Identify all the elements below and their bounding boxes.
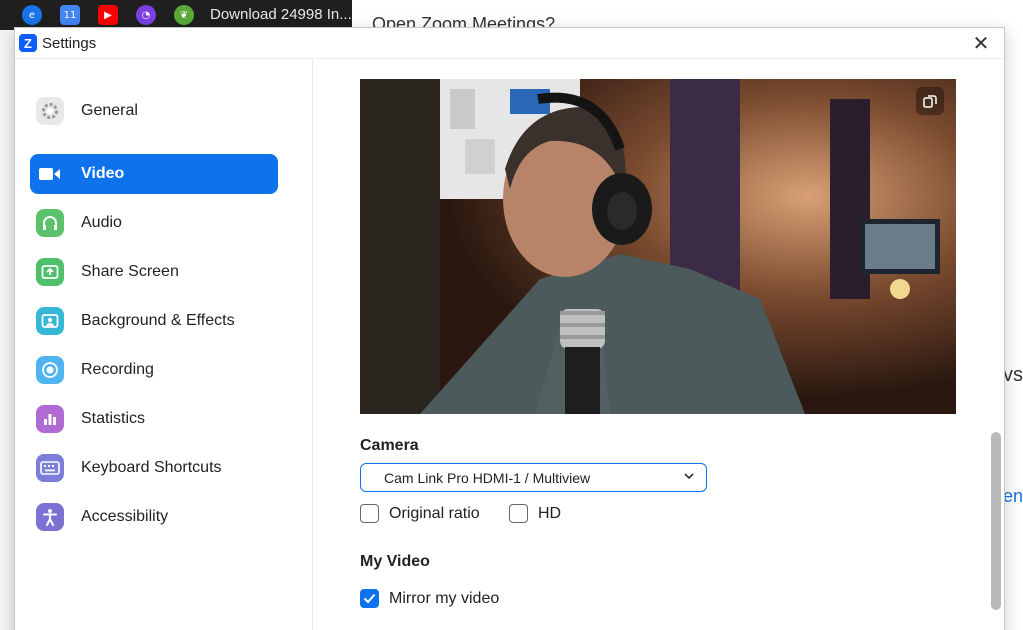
sidebar-item-keyboard-shortcuts[interactable]: Keyboard Shortcuts (30, 448, 278, 488)
window-title: Settings (42, 34, 97, 52)
sidebar-item-label: Video (81, 165, 125, 182)
sidebar-item-label: Audio (81, 214, 122, 231)
app-icon[interactable]: ◔ (136, 5, 156, 25)
camera-label: Camera (360, 437, 419, 454)
hd-checkbox[interactable] (509, 504, 528, 523)
accessibility-icon (36, 503, 64, 531)
hd-label: HD (538, 504, 562, 522)
sidebar-item-label: General (81, 102, 138, 119)
original-ratio-option[interactable]: Original ratio (360, 504, 480, 523)
camera-preview-image (360, 79, 956, 414)
sidebar-item-general[interactable]: General (30, 91, 278, 131)
statistics-icon (36, 405, 64, 433)
sidebar-item-video[interactable]: Video (30, 154, 278, 194)
background-browser-tabbar: e 11 ▶ ◔ ❦ Download 24998 In... (0, 0, 352, 30)
sidebar-item-background-effects[interactable]: Background & Effects (30, 301, 278, 341)
sidebar-item-audio[interactable]: Audio (30, 203, 278, 243)
calendar-icon[interactable]: 11 (60, 5, 80, 25)
gear-icon (36, 97, 64, 125)
background-left-edge (0, 30, 14, 630)
youtube-icon[interactable]: ▶ (98, 5, 118, 25)
background-tab-title[interactable]: Download 24998 In... (210, 6, 352, 23)
settings-window: Z Settings ✕ General Video Audio Share S… (14, 27, 1005, 630)
background-tab-icons: e 11 ▶ ◔ ❦ (22, 5, 194, 25)
leaf-icon[interactable]: ❦ (174, 5, 194, 25)
rotate-icon (923, 95, 937, 108)
sidebar-item-label: Background & Effects (81, 312, 235, 329)
original-ratio-checkbox[interactable] (360, 504, 379, 523)
mirror-video-label: Mirror my video (389, 589, 500, 607)
mirror-video-checkbox[interactable] (360, 589, 379, 608)
sidebar-item-label: Keyboard Shortcuts (81, 459, 222, 476)
hd-option[interactable]: HD (509, 504, 561, 523)
sidebar-item-label: Accessibility (81, 508, 169, 525)
background-icon (36, 307, 64, 335)
browser-icon[interactable]: e (22, 5, 42, 25)
camera-select[interactable]: Cam Link Pro HDMI-1 / Multiview (360, 463, 707, 492)
original-ratio-label: Original ratio (389, 504, 480, 522)
sidebar-item-label: Recording (81, 361, 154, 378)
close-button[interactable]: ✕ (970, 31, 992, 55)
chevron-down-icon (684, 473, 694, 480)
mirror-video-option[interactable]: Mirror my video (360, 589, 499, 608)
keyboard-icon (36, 454, 64, 482)
zoom-logo-icon: Z (19, 34, 37, 52)
sidebar-item-label: Statistics (81, 410, 146, 427)
video-settings-panel: Camera Cam Link Pro HDMI-1 / Multiview O… (314, 59, 1004, 630)
camera-select-value: Cam Link Pro HDMI-1 / Multiview (384, 469, 591, 486)
sidebar-item-statistics[interactable]: Statistics (30, 399, 278, 439)
background-text-fragment: vs (1003, 364, 1023, 386)
sidebar-item-label: Share Screen (81, 263, 179, 280)
my-video-heading: My Video (360, 553, 430, 570)
sidebar-item-recording[interactable]: Recording (30, 350, 278, 390)
sidebar-item-accessibility[interactable]: Accessibility (30, 497, 278, 537)
video-camera-icon (36, 160, 64, 188)
headphones-icon (36, 209, 64, 237)
sidebar-item-share-screen[interactable]: Share Screen (30, 252, 278, 292)
checkmark-icon (363, 593, 376, 604)
share-screen-icon (36, 258, 64, 286)
camera-preview (360, 79, 956, 414)
scrollbar-thumb[interactable] (991, 432, 1001, 610)
rotate-camera-button[interactable] (916, 87, 944, 115)
settings-sidebar: General Video Audio Share Screen Backgro… (15, 59, 313, 630)
recording-icon (36, 356, 64, 384)
window-titlebar: Z Settings ✕ (15, 28, 1004, 59)
background-link-fragment[interactable]: en (1003, 486, 1023, 507)
